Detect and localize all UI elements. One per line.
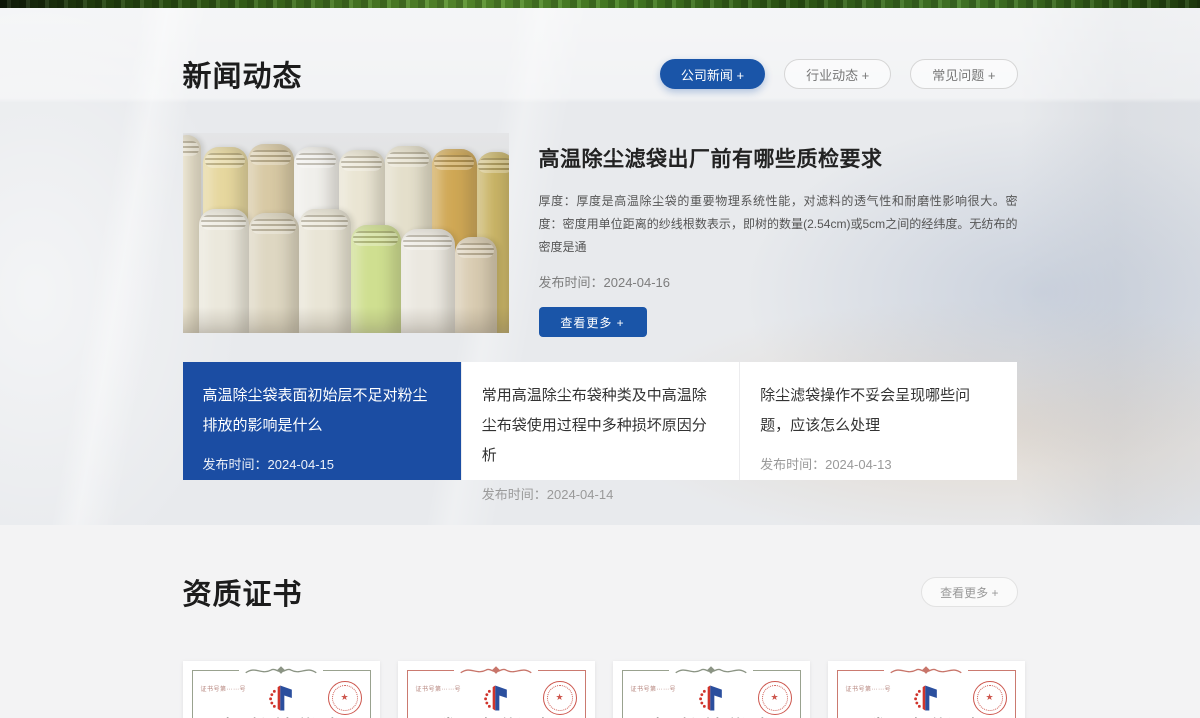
featured-news: 高温除尘滤袋出厂前有哪些质检要求 厚度：厚度是高温除尘袋的重要物理系统性能，对滤… bbox=[183, 133, 1018, 337]
certificate-row: 证书号第⋯⋯号 实用新型专利证书 bbox=[183, 661, 1018, 718]
certificates-view-more-button[interactable]: 查看更多 + bbox=[921, 577, 1017, 607]
news-card-date: 发布时间：2024-04-13 bbox=[760, 454, 997, 473]
news-card-title: 高温除尘袋表面初始层不足对粉尘排放的影响是什么 bbox=[203, 381, 441, 441]
news-card[interactable]: 高温除尘袋表面初始层不足对粉尘排放的影响是什么 发布时间：2024-04-15 bbox=[183, 362, 461, 480]
cert-ornament bbox=[239, 664, 323, 677]
filter-bag bbox=[455, 237, 497, 333]
cert-ornament bbox=[884, 664, 968, 677]
featured-news-excerpt: 厚度：厚度是高温除尘袋的重要物理系统性能，对滤料的透气性和耐磨性影响很大。密度：… bbox=[539, 190, 1018, 259]
news-section: 新闻动态 公司新闻 + 行业动态 + 常见问题 + bbox=[0, 8, 1200, 525]
news-card-row: 高温除尘袋表面初始层不足对粉尘排放的影响是什么 发布时间：2024-04-15 … bbox=[183, 362, 1018, 480]
cert-ornament bbox=[454, 664, 538, 677]
patent-logo-icon bbox=[911, 683, 941, 713]
news-card[interactable]: 常用高温除尘布袋种类及中高温除尘布袋使用过程中多种损坏原因分析 发布时间：202… bbox=[461, 362, 739, 480]
filter-bag bbox=[183, 135, 201, 333]
certificate-card[interactable]: 证书号第⋯⋯号 实用新型专利证书 bbox=[183, 661, 380, 718]
tab-faq[interactable]: 常见问题 + bbox=[910, 59, 1017, 89]
news-card-date: 发布时间：2024-04-15 bbox=[203, 454, 441, 473]
featured-news-title[interactable]: 高温除尘滤袋出厂前有哪些质检要求 bbox=[539, 143, 1018, 173]
featured-news-image[interactable] bbox=[183, 133, 509, 333]
certificates-section: 资质证书 查看更多 + 证书号第⋯⋯号 bbox=[0, 525, 1200, 718]
cert-ornament bbox=[669, 664, 753, 677]
news-card-title: 除尘滤袋操作不妥会呈现哪些问题，应该怎么处理 bbox=[760, 381, 997, 441]
filter-bag bbox=[351, 225, 401, 333]
view-more-button[interactable]: 查看更多 + bbox=[539, 307, 647, 337]
news-card-date: 发布时间：2024-04-14 bbox=[482, 484, 719, 503]
featured-news-date: 发布时间：2024-04-16 bbox=[539, 272, 1018, 291]
cert-number: 证书号第⋯⋯号 bbox=[631, 684, 677, 693]
filter-bag bbox=[199, 209, 249, 333]
cert-number: 证书号第⋯⋯号 bbox=[846, 684, 892, 693]
filter-bag bbox=[401, 229, 455, 333]
filter-bag bbox=[249, 213, 299, 333]
red-seal-icon bbox=[758, 681, 792, 715]
red-seal-icon bbox=[328, 681, 362, 715]
news-card-title: 常用高温除尘布袋种类及中高温除尘布袋使用过程中多种损坏原因分析 bbox=[482, 381, 719, 471]
filter-bag bbox=[299, 209, 351, 333]
treetop-photo-strip bbox=[0, 0, 1200, 8]
certificate-card[interactable]: 证书号第⋯⋯号 发明专利证书 bbox=[828, 661, 1025, 718]
news-card[interactable]: 除尘滤袋操作不妥会呈现哪些问题，应该怎么处理 发布时间：2024-04-13 bbox=[739, 362, 1017, 480]
red-seal-icon bbox=[543, 681, 577, 715]
cert-number: 证书号第⋯⋯号 bbox=[416, 684, 462, 693]
red-seal-icon bbox=[973, 681, 1007, 715]
certificate-card[interactable]: 证书号第⋯⋯号 发明专利证书 bbox=[398, 661, 595, 718]
patent-logo-icon bbox=[266, 683, 296, 713]
certificates-section-title: 资质证书 bbox=[183, 571, 303, 613]
news-section-title: 新闻动态 bbox=[183, 53, 303, 95]
tab-industry-news[interactable]: 行业动态 + bbox=[784, 59, 891, 89]
news-tabs: 公司新闻 + 行业动态 + 常见问题 + bbox=[660, 59, 1018, 89]
patent-logo-icon bbox=[481, 683, 511, 713]
certificate-card[interactable]: 证书号第⋯⋯号 实用新型专利证书 bbox=[613, 661, 810, 718]
patent-logo-icon bbox=[696, 683, 726, 713]
tab-company-news[interactable]: 公司新闻 + bbox=[660, 59, 765, 89]
cert-number: 证书号第⋯⋯号 bbox=[201, 684, 247, 693]
